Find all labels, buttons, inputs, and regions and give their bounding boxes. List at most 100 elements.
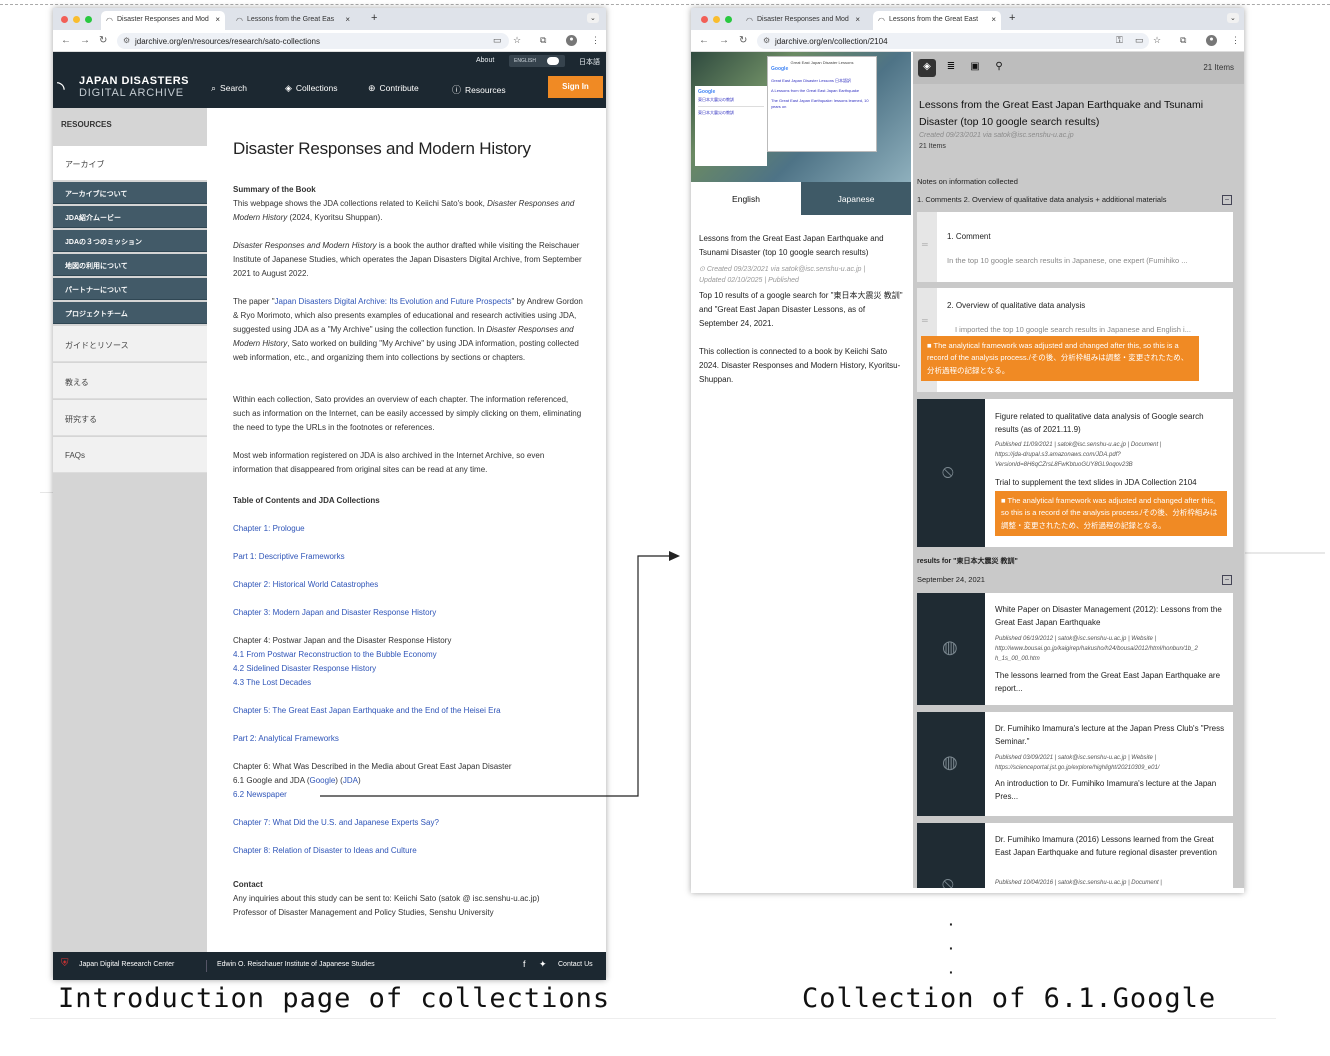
toc-link-ch7[interactable]: Chapter 7: What Did the U.S. and Japanes… [233,816,583,830]
sidebar-item-project-team[interactable]: プロジェクトチーム [53,302,207,324]
image-view-icon[interactable]: ▣ [966,59,984,77]
nav-search[interactable]: ⌕ Search [211,83,247,94]
collapse-notes-button[interactable]: − [1222,195,1232,205]
collapse-results-button[interactable]: − [1222,575,1232,585]
cast-icon[interactable]: ▭ [1135,35,1144,46]
sign-in-button[interactable]: Sign In [548,76,603,98]
item1-title[interactable]: White Paper on Disaster Management (2012… [995,604,1227,630]
sidebar-item-archive[interactable]: アーカイブ [53,146,207,180]
tab-japanese[interactable]: Japanese [801,182,911,215]
new-tab-icon[interactable]: + [1009,12,1015,24]
nav-resources[interactable]: ⓘ Resources [452,83,506,96]
forward-icon[interactable]: → [80,35,90,46]
item3-title[interactable]: Dr. Fumihiko Imamura (2016) Lessons lear… [995,834,1227,860]
search-snapshot-japanese: Google 東日本大震災の教訓 東日本大震災の教訓 [695,86,767,166]
back-icon[interactable]: ← [61,35,71,46]
footer-org-1[interactable]: Japan Digital Research Center [79,961,174,968]
profile-avatar[interactable]: ● [1206,35,1217,46]
reload-icon[interactable]: ↻ [739,35,747,46]
item1-meta-2[interactable]: http://www.bousai.go.jp/kaigirep/hakusho… [995,645,1231,655]
drag-handle[interactable]: ═ [917,212,937,282]
note-card-comment[interactable]: ═ 1. Comment In the top 10 google search… [917,212,1233,282]
tab-english[interactable]: English [691,182,801,215]
sidebar-item-intro-movie[interactable]: JDA紹介ムービー [53,206,207,228]
layers-view-icon[interactable]: ◈ [918,59,936,77]
figure-meta-1: Published 11/09/2021 | satok@isc.senshu-… [995,442,1162,448]
close-tab-icon[interactable]: × [215,15,220,24]
result-item-white-paper[interactable]: ◍ White Paper on Disaster Management (20… [917,593,1233,705]
result-item-imamura-lecture[interactable]: ◍ Dr. Fumihiko Imamura's lecture at the … [917,712,1233,816]
maximize-window-dot[interactable] [725,16,732,23]
extensions-icon[interactable]: ⧉ [1180,35,1186,46]
item2-title[interactable]: Dr. Fumihiko Imamura's lecture at the Ja… [995,723,1227,749]
new-tab-icon[interactable]: + [371,12,377,24]
cast-icon[interactable]: ▭ [493,35,502,46]
connector-arrow [320,551,680,797]
browser-tab-lessons[interactable]: ◠ Lessons from the Great East × [873,11,1001,30]
result-item-imamura-2016[interactable]: ⦸ Dr. Fumihiko Imamura (2016) Lessons le… [917,823,1233,888]
map-pin-icon[interactable]: ⚲ [990,59,1008,77]
language-toggle[interactable]: ENGLISH [509,55,565,67]
chevron-down-icon[interactable]: ⌄ [1227,13,1239,23]
collection-thumbnail[interactable]: Google 東日本大震災の教訓 東日本大震災の教訓 Great East Ja… [691,52,911,182]
sidebar-item-teach[interactable]: 教える [53,363,207,399]
forward-icon[interactable]: → [719,35,729,46]
extensions-icon[interactable]: ⧉ [540,35,546,46]
reload-icon[interactable]: ↻ [99,35,107,46]
list-view-icon[interactable]: ≣ [942,59,960,77]
layers-icon: ◈ [285,83,292,93]
minimize-window-dot[interactable] [713,16,720,23]
close-tab-icon[interactable]: × [991,15,996,24]
paper-link[interactable]: Japan Disasters Digital Archive: Its Evo… [275,297,512,306]
close-window-dot[interactable] [701,16,708,23]
nav-collections[interactable]: ◈ Collections [285,83,338,94]
close-tab-icon[interactable]: × [855,15,860,24]
menu-kebab-icon[interactable]: ⋮ [1231,35,1240,46]
site-info-icon[interactable]: ⚙ [123,36,130,45]
password-key-icon[interactable]: ⚿ [1116,35,1123,46]
maximize-window-dot[interactable] [85,16,92,23]
site-info-icon[interactable]: ⚙ [763,36,770,45]
sidebar-item-map-usage[interactable]: 地図の利用について [53,254,207,276]
summary-paragraph-3: The paper "Japan Disasters Digital Archi… [233,297,583,362]
profile-avatar[interactable]: ● [566,35,577,46]
logo-line-1[interactable]: JAPAN DISASTERS [79,75,189,87]
about-link[interactable]: About [476,57,494,64]
figure-meta-2[interactable]: https://jda-drupal.s3.amazonaws.com/JDA.… [995,451,1231,461]
browser-tab-disaster-responses[interactable]: ◠ Disaster Responses and Mod × [101,11,225,30]
sidebar-item-faqs[interactable]: FAQs [53,437,207,473]
figure-item-card[interactable]: ⦸ Figure related to qualitative data ana… [917,399,1233,547]
note-card-overview[interactable]: ═ 2. Overview of qualitative data analys… [917,288,1233,392]
sidebar-heading: RESOURCES [61,120,112,129]
sidebar-item-missions[interactable]: JDAの３つのミッション [53,230,207,252]
url-field[interactable]: ⚙ jdarchive.org/en/collection/2104 [757,33,1149,49]
sidebar-item-about-archive[interactable]: アーカイブについて [53,182,207,204]
twitter-icon[interactable]: ✦ [539,959,547,970]
minimize-window-dot[interactable] [73,16,80,23]
star-icon[interactable]: ☆ [513,35,521,46]
logo-line-2[interactable]: DIGITAL ARCHIVE [79,87,184,99]
figure-title[interactable]: Figure related to qualitative data analy… [995,411,1227,437]
japanese-language-link[interactable]: 日本語 [579,57,600,67]
toc-link-prologue[interactable]: Chapter 1: Prologue [233,522,583,536]
url-field[interactable]: ⚙ jdarchive.org/en/resources/research/sat… [117,33,509,49]
close-tab-icon[interactable]: × [345,15,350,24]
footer-org-2[interactable]: Edwin O. Reischauer Institute of Japanes… [217,961,375,968]
browser-tab-disaster-responses[interactable]: ◠ Disaster Responses and Mod × [741,11,865,30]
sidebar-item-guides[interactable]: ガイドとリソース [53,326,207,362]
nav-contribute[interactable]: ⊕ Contribute [368,83,419,94]
star-icon[interactable]: ☆ [1153,35,1161,46]
paperclip-icon: ⦸ [942,461,954,481]
sidebar-item-partners[interactable]: パートナーについて [53,278,207,300]
menu-kebab-icon[interactable]: ⋮ [591,35,600,46]
sidebar-item-research[interactable]: 研究する [53,400,207,436]
item2-meta-2[interactable]: https://scienceportal.jst.go.jp/explore/… [995,764,1231,774]
toc-link-ch8[interactable]: Chapter 8: Relation of Disaster to Ideas… [233,844,583,858]
close-window-dot[interactable] [61,16,68,23]
item1-meta-1: Published 06/19/2012 | satok@isc.senshu-… [995,636,1157,642]
back-icon[interactable]: ← [699,35,709,46]
contact-us-link[interactable]: Contact Us [558,961,593,968]
chevron-down-icon[interactable]: ⌄ [587,13,599,23]
browser-tab-lessons[interactable]: ◠ Lessons from the Great Eas × [231,11,355,30]
facebook-icon[interactable]: f [523,959,526,969]
